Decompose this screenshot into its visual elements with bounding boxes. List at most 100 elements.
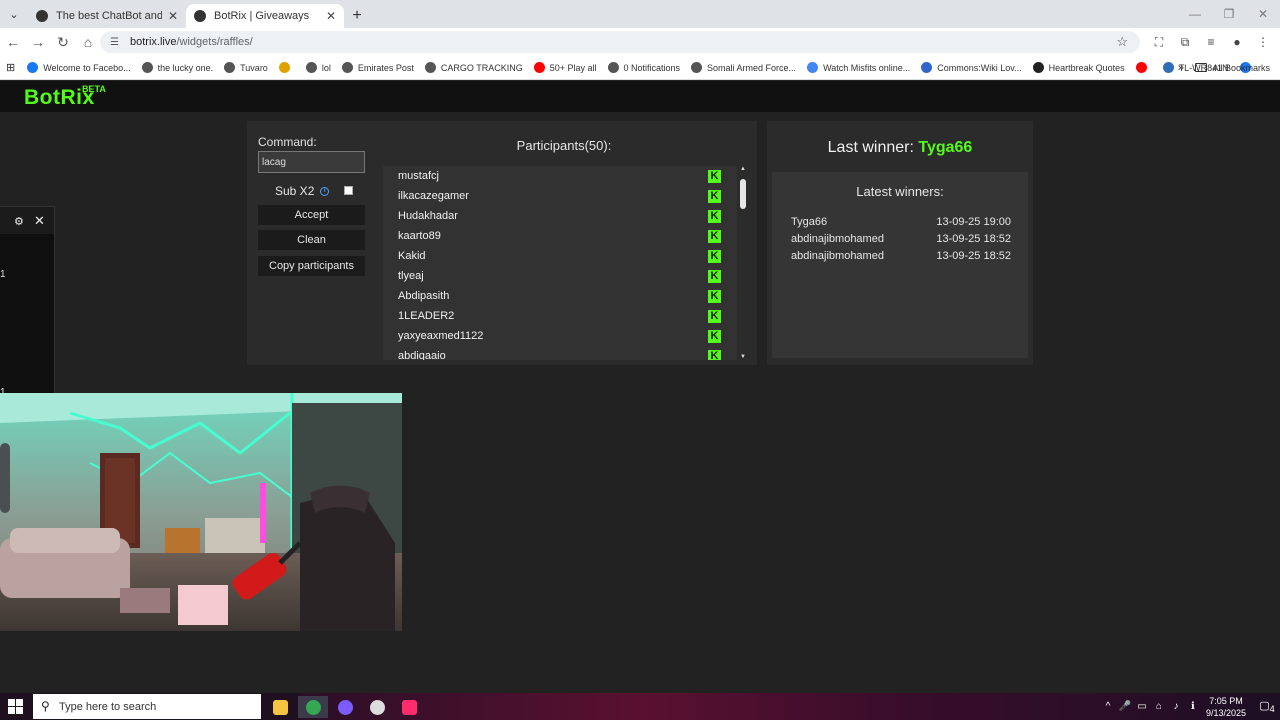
bookmark-item[interactable]: Somali Armed Force...: [691, 62, 796, 73]
command-input[interactable]: [258, 151, 365, 173]
tab-botrix-chatbot[interactable]: The best ChatBot and Widgets ✕: [28, 4, 186, 28]
info-icon[interactable]: i: [320, 186, 330, 196]
bookmark-item[interactable]: Commons:Wiki Lov...: [921, 62, 1022, 73]
all-bookmarks-button[interactable]: All Bookmarks: [1195, 63, 1270, 73]
bookmark-item[interactable]: Welcome to Facebo...: [27, 62, 131, 73]
home-icon[interactable]: ⌂: [76, 30, 100, 54]
bookmark-favicon-icon: [1032, 62, 1044, 73]
apps-grid-icon[interactable]: ⊞: [6, 61, 15, 74]
network-icon[interactable]: ⌂: [1151, 701, 1167, 712]
language-icon[interactable]: ℹ: [1185, 701, 1201, 712]
accept-button[interactable]: Accept: [258, 205, 365, 225]
bookmark-item[interactable]: lol: [305, 62, 331, 73]
minimize-icon[interactable]: —: [1178, 0, 1212, 28]
extensions-icon[interactable]: ⧉: [1172, 30, 1198, 54]
notifications-icon[interactable]: ▢4: [1254, 699, 1280, 714]
participant-name: 1LEADER2: [398, 310, 455, 322]
reload-icon[interactable]: ↻: [51, 30, 75, 54]
latest-winners-box: Latest winners: Tyga66 13-09-25 19:00 abdi…: [772, 172, 1028, 358]
browser-toolbar: ← → ↻ ⌂ ☰ botrix.live /widgets/raffles/ …: [0, 28, 1280, 56]
sub-x2-checkbox[interactable]: [344, 186, 353, 195]
participant-name: abdiqaaio: [398, 350, 446, 360]
bookmark-item[interactable]: 50+ Play all: [533, 62, 597, 73]
taskbar-search-box[interactable]: ⚲ Type here to search: [33, 694, 261, 719]
back-icon[interactable]: ←: [1, 30, 25, 54]
window-controls: — ❐ ✕: [1178, 0, 1280, 28]
scroll-thumb[interactable]: [740, 179, 746, 209]
bookmark-star-icon[interactable]: ☆: [1116, 34, 1128, 50]
scroll-up-icon[interactable]: ▲: [738, 166, 748, 172]
bookmark-item[interactable]: 0 Notifications: [607, 62, 680, 73]
microphone-icon[interactable]: 🎤: [1117, 701, 1133, 712]
menu-icon[interactable]: ⋮: [1250, 30, 1276, 54]
tab-close-icon[interactable]: ✕: [168, 9, 178, 23]
bookmark-item[interactable]: Tuvaro: [224, 62, 268, 73]
site-info-icon[interactable]: ☰: [110, 37, 124, 48]
participant-row: yaxyeaxmed1122 K: [383, 326, 737, 346]
bookmark-item[interactable]: Watch Misfits online...: [807, 62, 910, 73]
show-hidden-icons-icon[interactable]: ^: [1100, 701, 1116, 712]
sub-x2-option: Sub X2 i: [275, 184, 330, 198]
address-bar[interactable]: ☰ botrix.live /widgets/raffles/ ☆: [100, 31, 1140, 53]
participant-name: kaarto89: [398, 230, 441, 242]
bookmark-item[interactable]: [278, 62, 295, 73]
bookmark-favicon-icon: [278, 62, 290, 73]
media-controls-icon[interactable]: ≡: [1198, 30, 1224, 54]
tab-botrix-giveaways[interactable]: BotRix | Giveaways ✕: [186, 4, 344, 28]
discord-app-icon[interactable]: [330, 696, 360, 718]
battery-icon[interactable]: ▭: [1134, 701, 1150, 712]
url-path: /widgets/raffles/: [176, 36, 253, 48]
clock-date: 9/13/2025: [1205, 707, 1246, 718]
new-tab-button[interactable]: +: [344, 4, 370, 28]
windows-taskbar: ⚲ Type here to search ^ 🎤 ▭ ⌂ ♪ ℹ 7:05 P…: [0, 693, 1280, 720]
winner-date: 13-09-25 18:52: [936, 233, 1011, 245]
bookmark-item[interactable]: Heartbreak Quotes: [1032, 62, 1125, 73]
bookmark-favicon-icon: [224, 62, 236, 73]
obs-icon[interactable]: [362, 696, 392, 718]
bookmark-label: Watch Misfits online...: [823, 62, 911, 73]
bookmark-item[interactable]: [1135, 62, 1152, 73]
participant-row: Abdipasith K: [383, 286, 737, 306]
winner-name: abdinajibmohamed: [791, 233, 884, 245]
winner-date: 13-09-25 18:52: [936, 250, 1011, 262]
participant-name: Abdipasith: [398, 290, 450, 302]
scroll-down-icon[interactable]: ▼: [738, 354, 748, 360]
profile-avatar-icon[interactable]: ●: [1224, 30, 1250, 54]
kick-platform-icon: K: [708, 270, 721, 283]
toolbar-actions: ⛶ ⧉ ≡ ● ⋮: [1146, 30, 1276, 54]
bookmarks-more-icon[interactable]: »: [1178, 62, 1184, 74]
winner-date: 13-09-25 19:00: [936, 216, 1011, 228]
clean-button[interactable]: Clean: [258, 230, 365, 250]
bookmark-favicon-icon: [341, 62, 353, 73]
participants-scrollbar[interactable]: ▲ ▼: [738, 166, 748, 360]
tab-close-icon[interactable]: ✕: [326, 9, 336, 23]
bookmark-item[interactable]: the lucky one.: [141, 62, 213, 73]
tiktok-icon[interactable]: [394, 696, 424, 718]
bookmark-label: Somali Armed Force...: [707, 62, 797, 73]
dock-close-icon[interactable]: ✕: [34, 213, 45, 229]
bookmark-label: 50+ Play all: [549, 62, 597, 73]
chrome-icon[interactable]: [298, 696, 328, 718]
forward-icon[interactable]: →: [26, 30, 50, 54]
clock-time: 7:05 PM: [1209, 695, 1243, 706]
participant-row: ilkacazegamer K: [383, 186, 737, 206]
copy-participants-button[interactable]: Copy participants: [258, 256, 365, 276]
dock-settings-icon[interactable]: ⚙: [14, 215, 24, 228]
file-explorer-icon[interactable]: [265, 696, 295, 718]
restore-icon[interactable]: ❐: [1212, 0, 1246, 28]
taskbar-clock[interactable]: 7:05 PM 9/13/2025: [1206, 695, 1246, 719]
botrix-favicon-icon: [36, 10, 48, 22]
windows-start-icon[interactable]: [8, 699, 23, 714]
screenshot-icon[interactable]: ⛶: [1146, 30, 1172, 54]
bookmark-label: Welcome to Facebo...: [43, 62, 131, 73]
participant-row: mustafcj K: [383, 166, 737, 186]
notification-count: 4: [1269, 704, 1275, 715]
bookmark-favicon-icon: [921, 62, 933, 73]
volume-icon[interactable]: ♪: [1168, 701, 1184, 712]
participants-list[interactable]: mustafcj Kilkacazegamer K Hudakhadar Kkaarto…: [383, 166, 737, 360]
bookmark-item[interactable]: CARGO TRACKING: [424, 62, 523, 73]
bookmark-item[interactable]: Emirates Post: [341, 62, 414, 73]
tab-search-icon[interactable]: ⌄: [0, 0, 28, 28]
folder-icon: [1195, 63, 1208, 72]
close-window-icon[interactable]: ✕: [1246, 0, 1280, 28]
